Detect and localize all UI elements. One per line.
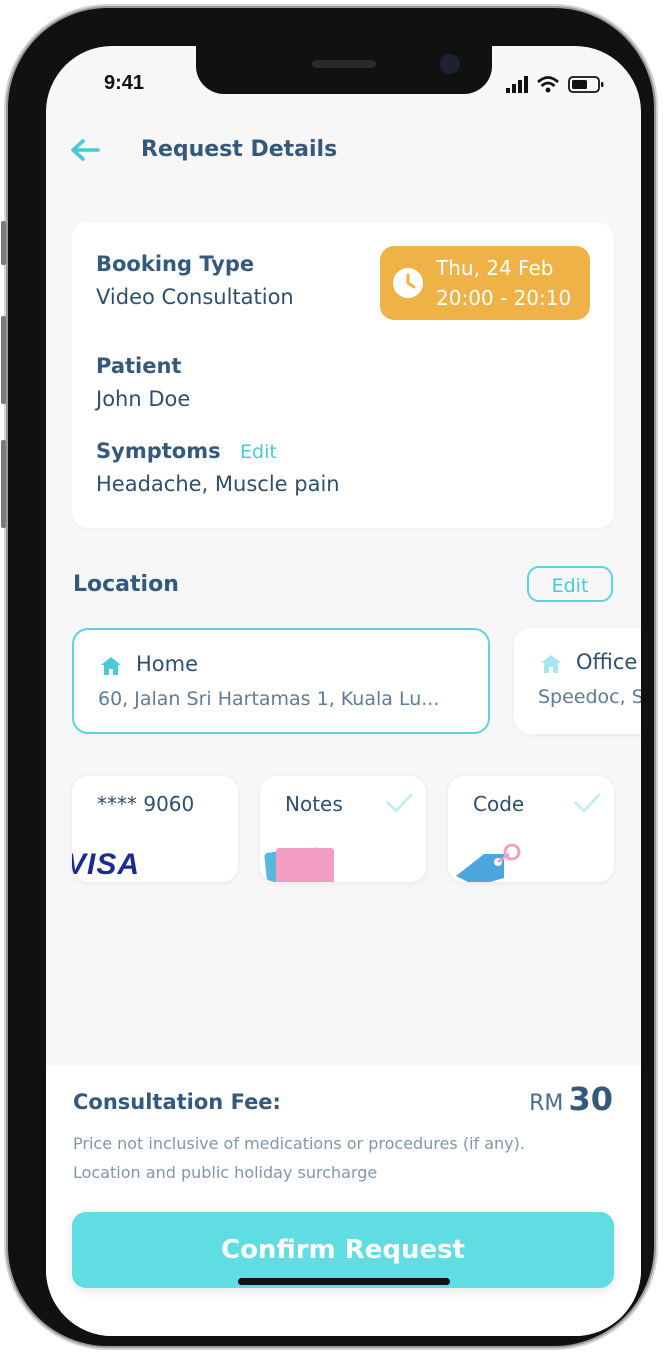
status-icons xyxy=(506,74,616,94)
payment-card-tile[interactable]: **** 9060 VISA xyxy=(72,776,238,882)
location-title: Location xyxy=(73,572,179,597)
check-icon xyxy=(386,793,413,813)
signal-icon xyxy=(506,76,604,93)
notes-icon xyxy=(264,847,334,882)
booking-time-range: 20:00 - 20:10 xyxy=(436,286,572,310)
visa-logo: VISA xyxy=(72,848,141,881)
back-button[interactable] xyxy=(68,136,102,164)
booking-type-value: Video Consultation xyxy=(96,285,294,309)
header: Request Details xyxy=(46,128,641,174)
fee-amount: 30 xyxy=(568,1080,613,1118)
notch xyxy=(196,46,492,94)
speaker xyxy=(312,60,376,68)
clock-icon xyxy=(393,268,423,298)
fee-currency: RM xyxy=(529,1091,564,1116)
status-time: 9:41 xyxy=(104,72,145,94)
address-name: Office xyxy=(576,650,638,674)
confirm-request-button[interactable]: Confirm Request xyxy=(72,1212,614,1288)
tag-icon xyxy=(456,843,521,882)
booking-type-label: Booking Type xyxy=(96,252,255,276)
page-title: Request Details xyxy=(141,137,338,162)
code-tile[interactable]: Code xyxy=(448,776,614,882)
fee-note-line1: Price not inclusive of medications or pr… xyxy=(73,1134,525,1153)
card-number: **** 9060 xyxy=(97,792,195,816)
symptoms-value: Headache, Muscle pain xyxy=(96,472,340,496)
notes-label: Notes xyxy=(285,792,343,816)
home-icon xyxy=(101,657,121,675)
address-name: Home xyxy=(136,652,199,676)
booking-card: Booking Type Video Consultation Thu, 24 … xyxy=(72,222,614,528)
address-card-office[interactable]: Office Speedoc, S xyxy=(514,628,641,734)
patient-label: Patient xyxy=(96,354,182,378)
booking-date: Thu, 24 Feb xyxy=(436,256,554,280)
location-edit-button[interactable]: Edit xyxy=(527,566,613,602)
camera xyxy=(440,54,460,74)
footer: Consultation Fee: RM 30 Price not inclus… xyxy=(46,1066,641,1336)
volume-down-button xyxy=(1,440,6,528)
mute-switch xyxy=(1,221,6,265)
symptoms-edit-link[interactable]: Edit xyxy=(240,441,277,463)
home-indicator xyxy=(238,1278,450,1285)
code-label: Code xyxy=(473,792,525,816)
phone-frame: 9:41 Request Details Booking Type Video … xyxy=(1,8,654,1346)
home-icon xyxy=(541,655,561,673)
address-line: 60, Jalan Sri Hartamas 1, Kuala Lu... xyxy=(98,688,440,710)
check-icon xyxy=(574,793,601,813)
booking-time-badge: Thu, 24 Feb 20:00 - 20:10 xyxy=(380,246,590,320)
symptoms-label: Symptoms xyxy=(96,439,221,463)
fee-label: Consultation Fee: xyxy=(73,1090,281,1114)
patient-value: John Doe xyxy=(96,387,191,411)
screen: 9:41 Request Details Booking Type Video … xyxy=(46,46,641,1336)
fee-note-line2: Location and public holiday surcharge xyxy=(73,1163,378,1182)
volume-up-button xyxy=(1,316,6,404)
address-line: Speedoc, S xyxy=(538,686,641,708)
address-card-home[interactable]: Home 60, Jalan Sri Hartamas 1, Kuala Lu.… xyxy=(72,628,490,734)
arrow-left-icon xyxy=(71,139,100,161)
notes-tile[interactable]: Notes xyxy=(260,776,426,882)
fee-value: RM 30 xyxy=(529,1080,613,1118)
